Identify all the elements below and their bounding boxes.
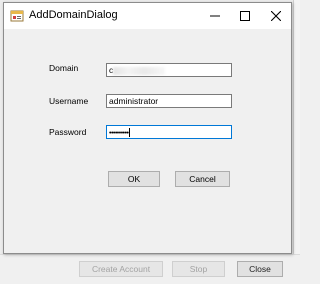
username-field-value: administrator [109, 96, 159, 106]
background-window-edge [293, 0, 300, 284]
create-account-button[interactable]: Create Account [79, 261, 163, 277]
screen: Create Account Stop Close AddDomainDialo… [0, 0, 300, 284]
background-close-button[interactable]: Close [237, 261, 283, 277]
dialog-title: AddDomainDialog [29, 9, 118, 21]
password-field[interactable]: •••••••••• [106, 125, 232, 139]
cancel-button[interactable]: Cancel [175, 171, 230, 187]
app-form-icon [10, 10, 24, 22]
maximize-button[interactable] [230, 3, 260, 29]
redacted-text [113, 66, 166, 75]
minimize-icon [210, 15, 220, 17]
ok-button[interactable]: OK [108, 171, 160, 187]
text-caret [128, 128, 130, 138]
maximize-icon [240, 11, 250, 21]
domain-label: Domain [49, 63, 79, 73]
password-field-value: •••••••••• [109, 130, 129, 137]
username-field[interactable]: administrator [106, 94, 232, 108]
username-label: Username [49, 96, 89, 106]
minimize-button[interactable] [200, 3, 230, 29]
title-bar[interactable]: AddDomainDialog [4, 3, 291, 29]
add-domain-dialog: AddDomainDialog Domain c Username admini… [3, 2, 292, 254]
password-label: Password [49, 127, 87, 137]
close-button[interactable] [261, 3, 291, 29]
stop-button[interactable]: Stop [172, 261, 225, 277]
domain-field[interactable]: c [106, 63, 232, 77]
close-icon [271, 11, 281, 21]
